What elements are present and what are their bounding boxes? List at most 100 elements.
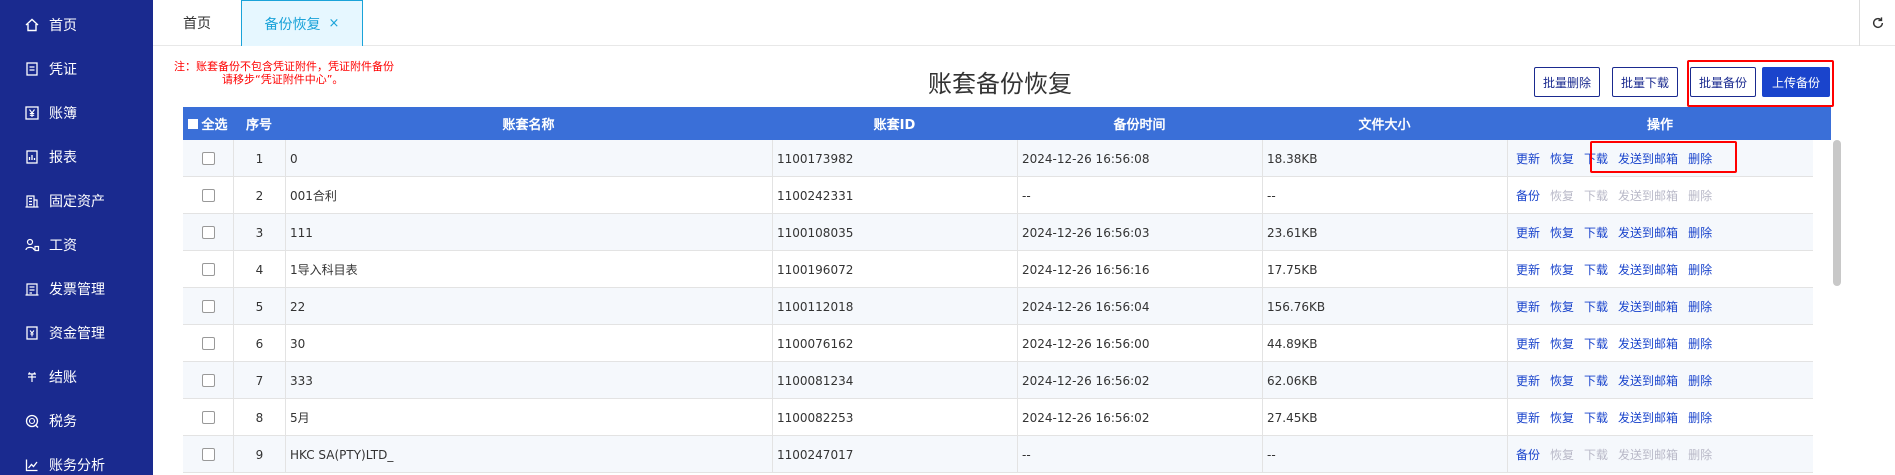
send-email-button[interactable]: 发送到邮箱: [1618, 150, 1678, 167]
sidebar-item-label: 税务: [49, 414, 77, 430]
update-button[interactable]: 更新: [1516, 261, 1540, 278]
download-button[interactable]: 下载: [1584, 150, 1608, 167]
row-size: 62.06KB: [1262, 362, 1507, 399]
download-button[interactable]: 下载: [1584, 261, 1608, 278]
restore-button[interactable]: 恢复: [1550, 150, 1574, 167]
row-actions: 更新 恢复 下载 发送到邮箱 删除: [1507, 288, 1813, 325]
row-name: HKC SA(PTY)LTD_: [285, 436, 772, 473]
row-time: --: [1017, 436, 1262, 473]
send-email-button[interactable]: 发送到邮箱: [1618, 372, 1678, 389]
select-all-checkbox[interactable]: [188, 118, 199, 129]
sidebar-item-3[interactable]: 报表: [0, 135, 153, 179]
row-checkbox[interactable]: [201, 411, 215, 424]
send-email-button[interactable]: 发送到邮箱: [1618, 261, 1678, 278]
restore-button[interactable]: 恢复: [1550, 187, 1574, 204]
analysis-icon: [24, 457, 40, 473]
sidebar-item-label: 账务分析: [49, 458, 105, 474]
delete-button[interactable]: 删除: [1688, 446, 1712, 463]
row-name: 30: [285, 325, 772, 362]
batch-download-button[interactable]: 批量下载: [1612, 67, 1678, 97]
table-row: 3 111 1100108035 2024-12-26 16:56:03 23.61KB…: [183, 214, 1813, 251]
close-icon[interactable]: ×: [329, 16, 340, 31]
delete-button[interactable]: 删除: [1688, 372, 1712, 389]
delete-button[interactable]: 删除: [1688, 298, 1712, 315]
update-button[interactable]: 更新: [1516, 298, 1540, 315]
row-id: 1100108035: [772, 214, 1017, 251]
sidebar-item-5[interactable]: 工资: [0, 223, 153, 267]
download-button[interactable]: 下载: [1584, 224, 1608, 241]
row-index: 6: [233, 325, 285, 362]
table-scrollbar[interactable]: [1833, 140, 1841, 286]
table-row: 1 0 1100173982 2024-12-26 16:56:08 18.38KB 更新…: [183, 140, 1813, 177]
row-checkbox[interactable]: [201, 263, 215, 276]
restore-button[interactable]: 恢复: [1550, 409, 1574, 426]
row-checkbox[interactable]: [201, 189, 215, 202]
batch-delete-button[interactable]: 批量删除: [1534, 67, 1600, 97]
batch-backup-button[interactable]: 批量备份: [1690, 67, 1756, 97]
backup-button[interactable]: 备份: [1516, 187, 1540, 204]
sidebar-item-6[interactable]: 发票管理: [0, 267, 153, 311]
row-checkbox[interactable]: [201, 152, 215, 165]
row-checkbox[interactable]: [201, 448, 215, 461]
row-checkbox[interactable]: [201, 337, 215, 350]
backup-button[interactable]: 备份: [1516, 446, 1540, 463]
row-actions: 更新 恢复 下载 发送到邮箱 删除: [1507, 214, 1813, 251]
delete-button[interactable]: 删除: [1688, 409, 1712, 426]
refresh-icon[interactable]: [1859, 0, 1895, 46]
sidebar-item-7[interactable]: 资金管理: [0, 311, 153, 355]
restore-button[interactable]: 恢复: [1550, 224, 1574, 241]
row-actions: 更新 恢复 下载 发送到邮箱 删除: [1507, 362, 1813, 399]
send-email-button[interactable]: 发送到邮箱: [1618, 409, 1678, 426]
download-button[interactable]: 下载: [1584, 372, 1608, 389]
download-button[interactable]: 下载: [1584, 446, 1608, 463]
download-button[interactable]: 下载: [1584, 335, 1608, 352]
delete-button[interactable]: 删除: [1688, 261, 1712, 278]
restore-button[interactable]: 恢复: [1550, 335, 1574, 352]
sidebar-item-0[interactable]: 首页: [0, 3, 153, 47]
upload-backup-button[interactable]: 上传备份: [1762, 67, 1830, 97]
row-size: 44.89KB: [1262, 325, 1507, 362]
row-size: 23.61KB: [1262, 214, 1507, 251]
delete-button[interactable]: 删除: [1688, 187, 1712, 204]
download-button[interactable]: 下载: [1584, 409, 1608, 426]
update-button[interactable]: 更新: [1516, 409, 1540, 426]
delete-button[interactable]: 删除: [1688, 224, 1712, 241]
tab-backup-restore[interactable]: 备份恢复 ×: [241, 0, 363, 46]
notice: 注：账套备份不包含凭证附件，凭证附件备份 请移步“凭证附件中心”。: [174, 60, 434, 86]
row-index: 3: [233, 214, 285, 251]
update-button[interactable]: 更新: [1516, 150, 1540, 167]
update-button[interactable]: 更新: [1516, 335, 1540, 352]
download-button[interactable]: 下载: [1584, 298, 1608, 315]
sidebar-item-9[interactable]: 税务: [0, 399, 153, 443]
restore-button[interactable]: 恢复: [1550, 261, 1574, 278]
row-name: 0: [285, 140, 772, 177]
select-all-header[interactable]: 全选: [183, 107, 233, 140]
sidebar-item-8[interactable]: 结账: [0, 355, 153, 399]
update-button[interactable]: 更新: [1516, 372, 1540, 389]
sidebar-item-4[interactable]: 固定资产: [0, 179, 153, 223]
sidebar-item-10[interactable]: 账务分析: [0, 443, 153, 475]
sidebar-item-2[interactable]: 账簿: [0, 91, 153, 135]
row-checkbox[interactable]: [201, 300, 215, 313]
sidebar-item-1[interactable]: 凭证: [0, 47, 153, 91]
tab-home[interactable]: 首页: [153, 0, 241, 46]
delete-button[interactable]: 删除: [1688, 150, 1712, 167]
row-checkbox-cell: [183, 399, 233, 436]
send-email-button[interactable]: 发送到邮箱: [1618, 446, 1678, 463]
send-email-button[interactable]: 发送到邮箱: [1618, 298, 1678, 315]
send-email-button[interactable]: 发送到邮箱: [1618, 224, 1678, 241]
row-checkbox[interactable]: [201, 374, 215, 387]
restore-button[interactable]: 恢复: [1550, 372, 1574, 389]
invoice-icon: [24, 281, 40, 297]
restore-button[interactable]: 恢复: [1550, 446, 1574, 463]
download-button[interactable]: 下载: [1584, 187, 1608, 204]
row-checkbox[interactable]: [201, 226, 215, 239]
send-email-button[interactable]: 发送到邮箱: [1618, 335, 1678, 352]
row-id: 1100247017: [772, 436, 1017, 473]
update-button[interactable]: 更新: [1516, 224, 1540, 241]
restore-button[interactable]: 恢复: [1550, 298, 1574, 315]
row-actions: 更新 恢复 下载 发送到邮箱 删除: [1507, 399, 1813, 436]
delete-button[interactable]: 删除: [1688, 335, 1712, 352]
send-email-button[interactable]: 发送到邮箱: [1618, 187, 1678, 204]
col-id: 账套ID: [873, 118, 916, 133]
